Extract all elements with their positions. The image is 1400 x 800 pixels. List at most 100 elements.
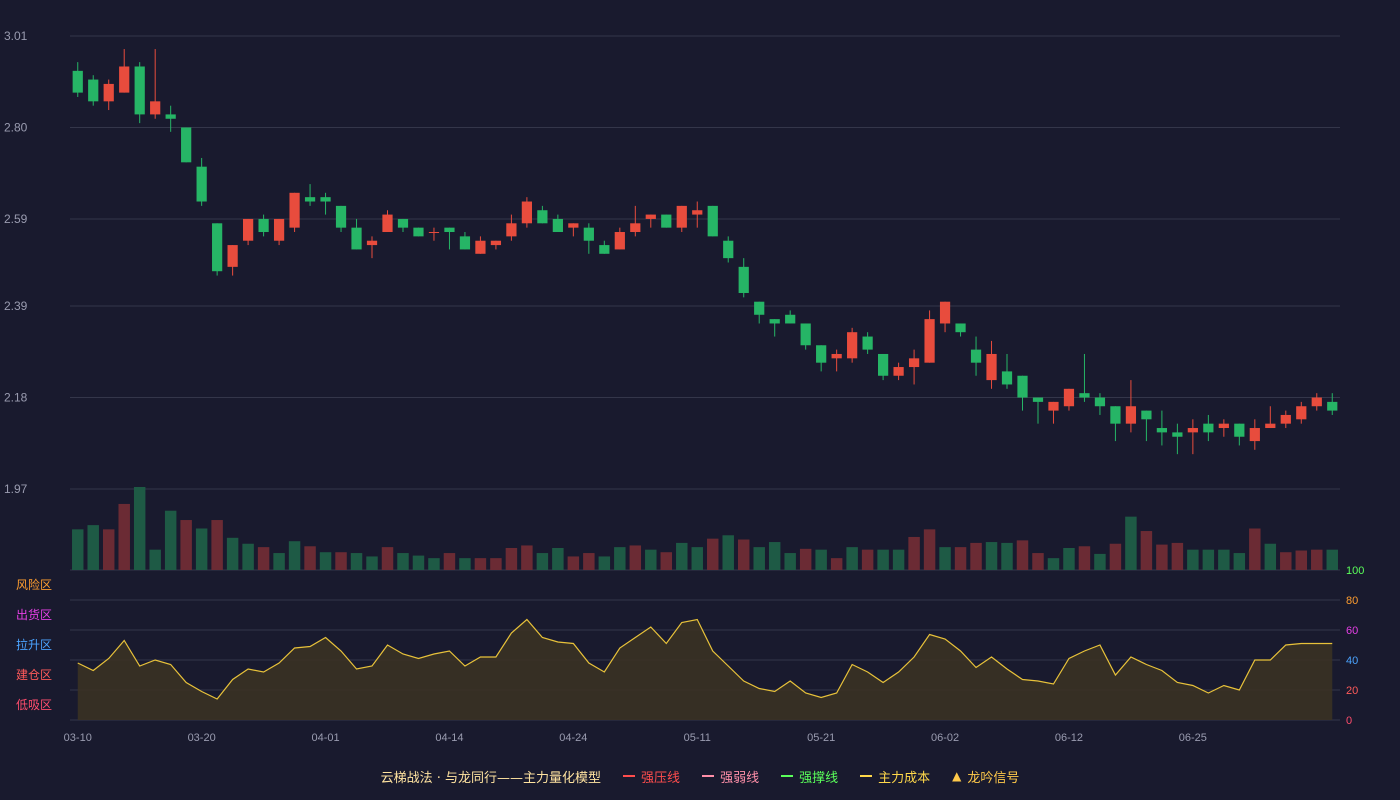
candle-body <box>1094 397 1106 407</box>
volume-bar <box>691 547 703 570</box>
candle-body <box>754 301 765 315</box>
candle-body <box>847 332 858 359</box>
volume-bar <box>737 539 750 570</box>
price-tick-label: 2.80 <box>4 120 28 134</box>
candle-body <box>521 201 533 224</box>
volume-bar <box>877 549 889 570</box>
volume-bar <box>87 525 99 570</box>
x-tick-label: 05-21 <box>807 732 835 744</box>
candle-body <box>320 197 331 202</box>
x-tick-label: 06-02 <box>931 732 959 744</box>
candle-body <box>227 245 238 267</box>
indicator-tick-label: 40 <box>1346 655 1358 667</box>
legend-swatch-dashed-yellow <box>860 775 873 777</box>
legend-item-strong-support[interactable]: 强撑线 <box>781 767 838 786</box>
volume-bar <box>412 555 425 570</box>
volume-bar <box>72 529 84 570</box>
candle-body <box>676 205 687 228</box>
candle-body <box>506 223 517 237</box>
candle-body <box>1280 414 1291 424</box>
candle-body <box>150 101 161 115</box>
volume-bar <box>335 552 347 570</box>
price-tick-label: 3.01 <box>4 29 28 43</box>
volume-bar <box>614 547 626 570</box>
volume-bar <box>1171 542 1184 570</box>
candle-body <box>1079 393 1090 398</box>
candle-body <box>1203 423 1214 433</box>
volume-bar <box>273 553 285 570</box>
candle-body <box>552 218 563 233</box>
legend-item-strong-resistance[interactable]: 强压线 <box>623 767 680 786</box>
legend-item-strength-line[interactable]: 强弱线 <box>702 767 759 786</box>
candle-body <box>1327 401 1338 411</box>
volume-bar <box>180 520 192 570</box>
volume-bar <box>1311 549 1323 570</box>
candle-body <box>614 232 625 250</box>
volume-bar <box>815 549 827 570</box>
volume-bar <box>784 553 796 570</box>
candle-body <box>366 240 378 246</box>
candle-body <box>970 349 982 363</box>
legend-swatch-solid-red <box>623 775 636 777</box>
volume-bar <box>226 537 239 570</box>
volume-bar <box>304 546 316 570</box>
candle-body <box>273 218 285 241</box>
volume-bar <box>830 558 843 570</box>
candle-body <box>459 236 471 250</box>
legend-item-main-cost[interactable]: 主力成本 <box>860 767 930 786</box>
volume-bar <box>149 549 161 570</box>
volume-bar <box>676 542 688 570</box>
candle-body <box>72 70 83 93</box>
x-tick-label: 06-25 <box>1179 732 1207 744</box>
candle-body <box>645 214 656 219</box>
indicator-tick-label: 80 <box>1346 595 1358 607</box>
candle-body <box>1001 371 1013 385</box>
candle-body <box>692 210 703 215</box>
price-tick-label: 1.97 <box>4 482 28 496</box>
candle-body <box>1311 397 1322 407</box>
candle-body <box>1234 423 1245 437</box>
candle-body <box>630 223 641 233</box>
candle-body <box>304 197 316 202</box>
volume-bar <box>505 547 518 570</box>
volume-bar <box>381 547 394 570</box>
volume-bar <box>521 545 533 570</box>
volume-bar <box>1109 543 1122 570</box>
candle-body <box>212 223 223 272</box>
zone-label: 风险区 <box>16 577 52 592</box>
candle-body <box>568 223 579 228</box>
x-tick-label: 06-12 <box>1055 732 1083 744</box>
candle-body <box>289 192 300 228</box>
x-tick-label: 04-24 <box>559 732 587 744</box>
legend-title: 云梯战法 · 与龙同行——主力量化模型 <box>381 767 601 786</box>
volume-bar <box>970 542 982 570</box>
legend-item-dragon-signal[interactable]: ▲ 龙吟信号 <box>952 767 1019 786</box>
volume-bar <box>319 552 332 570</box>
candle-body <box>924 319 935 363</box>
volume-bar <box>118 503 130 570</box>
volume-bar <box>428 558 440 570</box>
price-tick-label: 2.39 <box>4 299 28 313</box>
volume-bar <box>892 549 905 570</box>
candle-body <box>1265 423 1276 429</box>
volume-bar <box>1047 558 1060 570</box>
volume-bar <box>846 547 858 570</box>
volume-bar <box>552 547 564 570</box>
candle-body <box>785 314 796 324</box>
candle-body <box>893 367 904 376</box>
candle-body <box>986 353 997 381</box>
candle-body <box>88 79 99 102</box>
candle-body <box>444 227 455 233</box>
candle-body <box>769 319 780 324</box>
candle-body <box>707 205 718 237</box>
indicator-tick-label: 20 <box>1346 685 1358 697</box>
volume-bar <box>1202 549 1215 570</box>
legend-label: 强压线 <box>641 770 681 786</box>
volume-bar <box>583 553 595 570</box>
candle-body <box>181 127 192 163</box>
candle-body <box>800 323 811 346</box>
zone-label: 出货区 <box>16 607 52 622</box>
volume-bar <box>242 543 254 570</box>
candle-body <box>196 166 207 202</box>
candle-body <box>1218 423 1229 429</box>
